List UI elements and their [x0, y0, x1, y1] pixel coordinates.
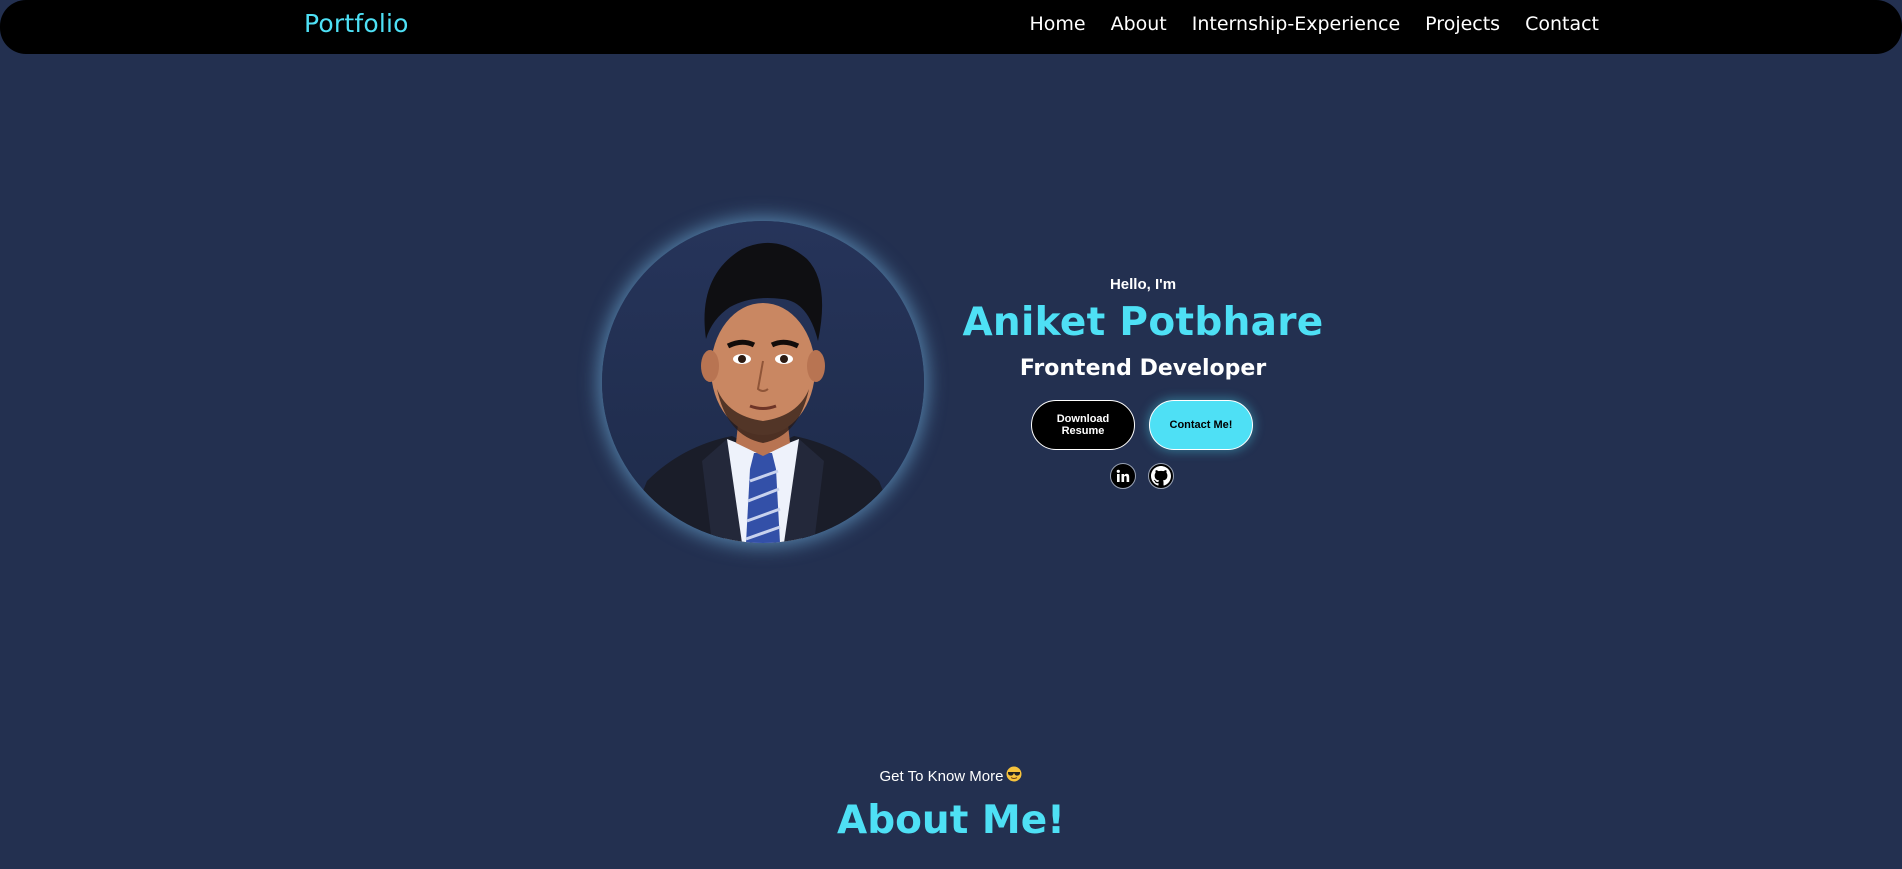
hero-name: Aniket Potbhare	[962, 300, 1324, 345]
contact-me-button[interactable]: Contact Me!	[1149, 400, 1253, 450]
about-title: About Me!	[837, 798, 1065, 843]
nav-links: Home About Internship-Experience Project…	[1029, 13, 1599, 35]
nav-link-contact[interactable]: Contact	[1525, 13, 1599, 35]
download-resume-button[interactable]: Download Resume	[1031, 400, 1135, 450]
hero-buttons: Download Resume Contact Me!	[1031, 400, 1253, 450]
github-icon[interactable]	[1148, 463, 1174, 489]
profile-photo	[602, 221, 924, 543]
sunglasses-emoji-icon	[1006, 766, 1022, 789]
about-subtitle-text: Get To Know More	[879, 768, 1004, 785]
linkedin-icon[interactable]	[1110, 463, 1136, 489]
navbar: Portfolio Home About Internship-Experien…	[0, 0, 1902, 54]
brand-logo[interactable]: Portfolio	[304, 9, 409, 38]
hero-greeting: Hello, I'm	[1109, 276, 1177, 293]
hero-text: Hello, I'm Aniket Potbhare Frontend Deve…	[960, 274, 1326, 388]
profile-portrait	[602, 221, 924, 543]
about-section: Get To Know More About Me!	[0, 766, 1902, 844]
nav-link-about[interactable]: About	[1111, 13, 1167, 35]
about-subtitle: Get To Know More	[880, 766, 1023, 788]
nav-link-internship[interactable]: Internship-Experience	[1192, 13, 1400, 35]
nav-link-projects[interactable]: Projects	[1425, 13, 1500, 35]
nav-link-home[interactable]: Home	[1029, 13, 1085, 35]
hero-role: Frontend Developer	[1019, 356, 1267, 381]
social-links	[1110, 463, 1174, 489]
